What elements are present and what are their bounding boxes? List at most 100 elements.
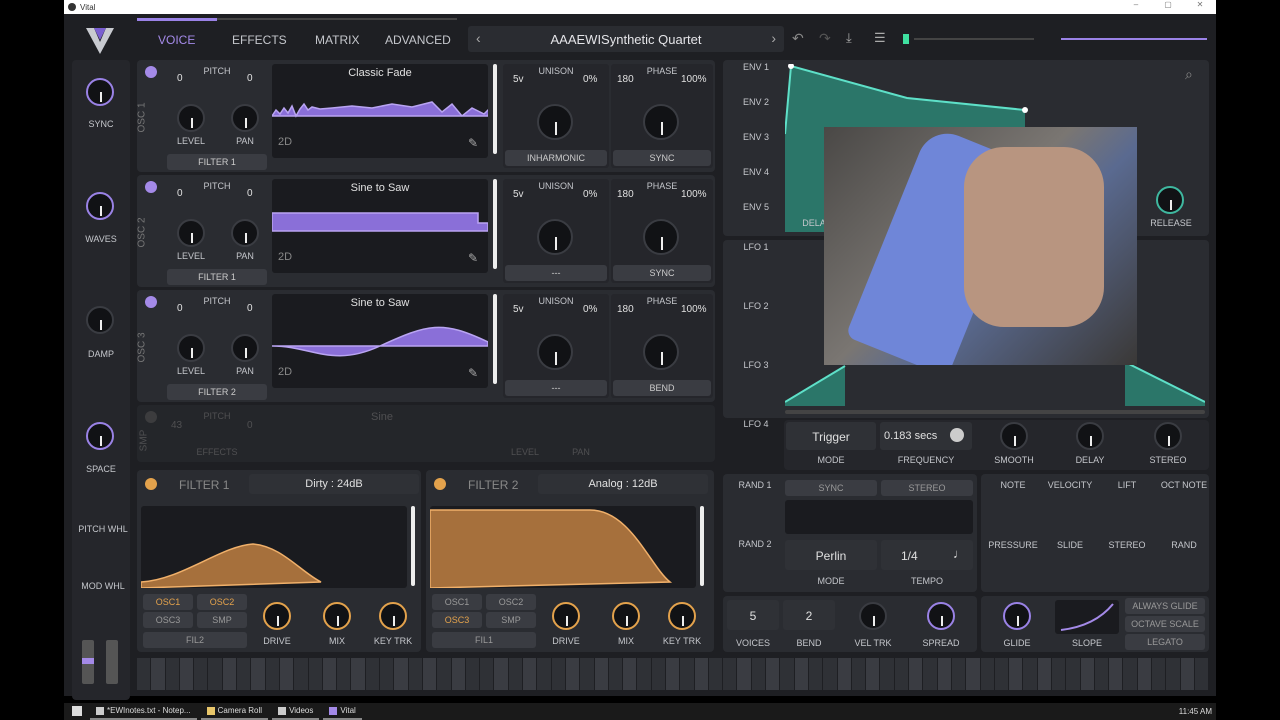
smp-enable-toggle[interactable] [145,411,157,423]
piano-key[interactable] [565,658,581,690]
piano-key[interactable] [851,658,867,690]
phase-knob[interactable] [643,104,679,140]
piano-key[interactable] [451,658,466,690]
piano-key[interactable] [1037,658,1052,690]
unison-detune[interactable]: 0% [583,304,597,315]
macro-knob-2[interactable] [86,192,114,220]
lfo-scroll[interactable] [785,410,1205,414]
spread-knob[interactable] [927,602,955,630]
rand-tab-2[interactable]: RAND 2 [727,539,783,549]
maximize-button[interactable]: ▢ [1152,0,1184,9]
filter-drive-knob[interactable] [263,602,291,630]
distortion-mode-select[interactable]: SYNC [613,265,711,281]
piano-key[interactable] [194,658,209,690]
piano-key[interactable] [637,658,652,690]
wavetable-display[interactable]: Sine to Saw 2D ✎ [272,179,488,273]
mod-source-velocity[interactable]: VELOCITY [1042,480,1098,490]
wave-frame-slider[interactable] [493,179,497,269]
piano-key[interactable] [1166,658,1181,690]
piano-key[interactable] [608,658,624,690]
unison-knob[interactable] [537,104,573,140]
piano-key[interactable] [580,658,595,690]
piano-key[interactable] [1023,658,1038,690]
piano-key[interactable] [494,658,509,690]
osc-filter-select[interactable]: FILTER 2 [167,384,267,400]
menu-icon[interactable]: ☰ [874,30,886,46]
piano-key[interactable] [508,658,524,690]
rand-tempo-select[interactable]: 1/4 ♩ [881,540,973,570]
piano-key[interactable] [337,658,352,690]
pitch-right-value[interactable]: 0 [247,303,253,314]
filter-source-osc2[interactable]: OSC2 [197,594,247,610]
level-knob[interactable] [177,334,205,362]
preset-next-button[interactable]: › [771,30,776,46]
pan-knob[interactable] [231,334,259,362]
env-tab-1[interactable]: ENV 1 [726,62,786,72]
piano-key[interactable] [794,658,809,690]
lfo-tab-3[interactable]: LFO 3 [726,360,786,370]
osc-enable-toggle[interactable] [145,296,157,308]
phase-random[interactable]: 100% [681,189,707,200]
piano-key[interactable] [766,658,781,690]
piano-key[interactable] [909,658,924,690]
filter-source-osc3[interactable]: OSC3 [432,612,482,628]
piano-key[interactable] [208,658,223,690]
rand-stereo-button[interactable]: STEREO [881,480,973,496]
close-button[interactable]: ✕ [1184,0,1216,9]
piano-key[interactable] [308,658,323,690]
tab-advanced[interactable]: ADVANCED [385,33,451,47]
preset-selector[interactable]: ‹ AAAEWISynthetic Quartet › [468,26,784,52]
lfo-stereo-knob[interactable] [1154,422,1182,450]
piano-key[interactable] [322,658,338,690]
piano-key[interactable] [880,658,895,690]
filter-source-smp[interactable]: SMP [197,612,247,628]
wavetable-display[interactable]: Classic Fade 2D ✎ [272,64,488,158]
unison-detune[interactable]: 0% [583,74,597,85]
piano-key[interactable] [651,658,666,690]
mod-source-note[interactable]: NOTE [985,480,1041,490]
start-icon[interactable] [72,706,82,716]
spectral-mode-a-select[interactable]: --- [505,380,607,396]
undo-icon[interactable]: ↶ [792,30,804,47]
piano-key[interactable] [351,658,366,690]
osc-enable-toggle[interactable] [145,181,157,193]
redo-icon[interactable]: ↷ [819,30,831,47]
piano-key[interactable] [808,658,824,690]
filter-source-smp[interactable]: SMP [486,612,536,628]
spectral-mode-a-select[interactable]: INHARMONIC [505,150,607,166]
piano-key[interactable] [780,658,795,690]
filter-response-graph[interactable] [140,506,407,589]
pan-knob[interactable] [231,219,259,247]
env-tab-5[interactable]: ENV 5 [726,202,786,212]
piano-key[interactable] [751,658,767,690]
taskbar-item-vital[interactable]: Vital [323,703,362,720]
env-tab-3[interactable]: ENV 3 [726,132,786,142]
piano-key[interactable] [937,658,952,690]
filter-blend-slider[interactable] [700,506,704,586]
filter-mix-knob[interactable] [612,602,640,630]
piano-key[interactable] [165,658,180,690]
piano-key[interactable] [723,658,738,690]
bend-field[interactable]: 2 [783,600,835,630]
filter-drive-knob[interactable] [552,602,580,630]
piano-key[interactable] [951,658,967,690]
piano-key[interactable] [279,658,295,690]
piano-key[interactable] [537,658,552,690]
phase-value[interactable]: 180 [617,74,634,85]
piano-key[interactable] [394,658,409,690]
always-glide-button[interactable]: ALWAYS GLIDE [1125,598,1205,614]
octave-scale-button[interactable]: OCTAVE SCALE [1125,616,1205,632]
wave-frame-slider[interactable] [493,64,497,154]
lfo-frequency-field[interactable]: 0.183 secs [880,422,972,450]
filter-enable-toggle[interactable] [434,478,446,490]
filter-mix-knob[interactable] [323,602,351,630]
edit-pencil-icon[interactable]: ✎ [468,366,478,380]
level-knob[interactable] [177,104,205,132]
phase-value[interactable]: 180 [617,304,634,315]
filter-type-select[interactable]: Dirty : 24dB [249,474,419,494]
unison-detune[interactable]: 0% [583,189,597,200]
piano-key[interactable] [923,658,938,690]
piano-key[interactable] [1109,658,1124,690]
pitch-left-value[interactable]: 0 [177,73,183,84]
mod-source-pressure[interactable]: PRESSURE [985,540,1041,550]
